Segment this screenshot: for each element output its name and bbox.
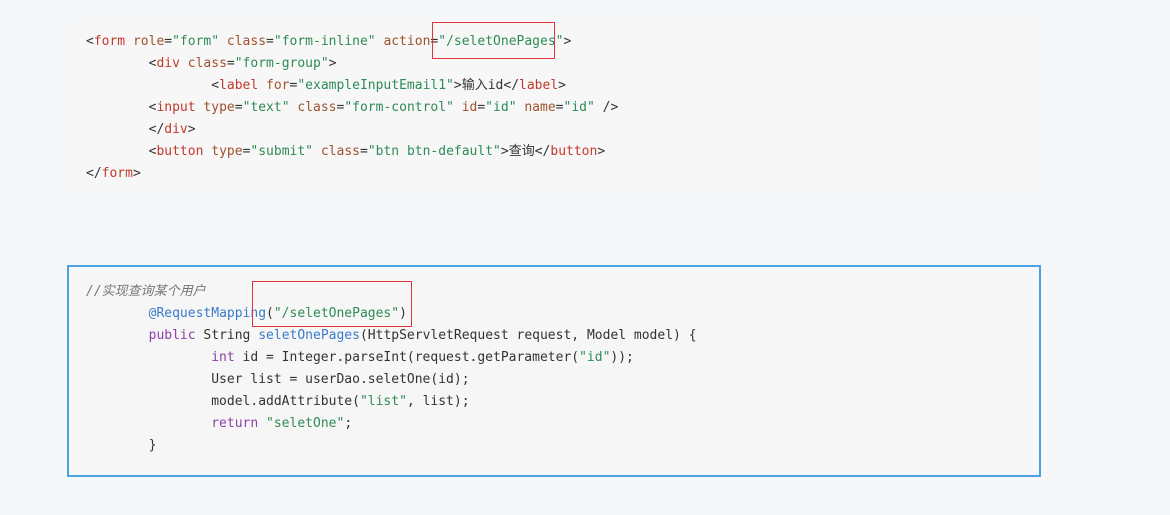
code-line-7: </form> xyxy=(86,166,141,181)
code-line-6: <button type="submit" class="btn btn-def… xyxy=(148,144,606,159)
highlight-box-request-mapping xyxy=(252,281,412,327)
code-line-3: <label for="exampleInputEmail1">输入id</la… xyxy=(211,78,566,93)
java-selection-frame xyxy=(67,265,1041,477)
code-line-4: <input type="text" class="form-control" … xyxy=(148,100,619,115)
code-line-2: <div class="form-group"> xyxy=(148,56,337,71)
highlight-box-action-url xyxy=(432,22,555,59)
code-line-5: </div> xyxy=(148,122,196,137)
